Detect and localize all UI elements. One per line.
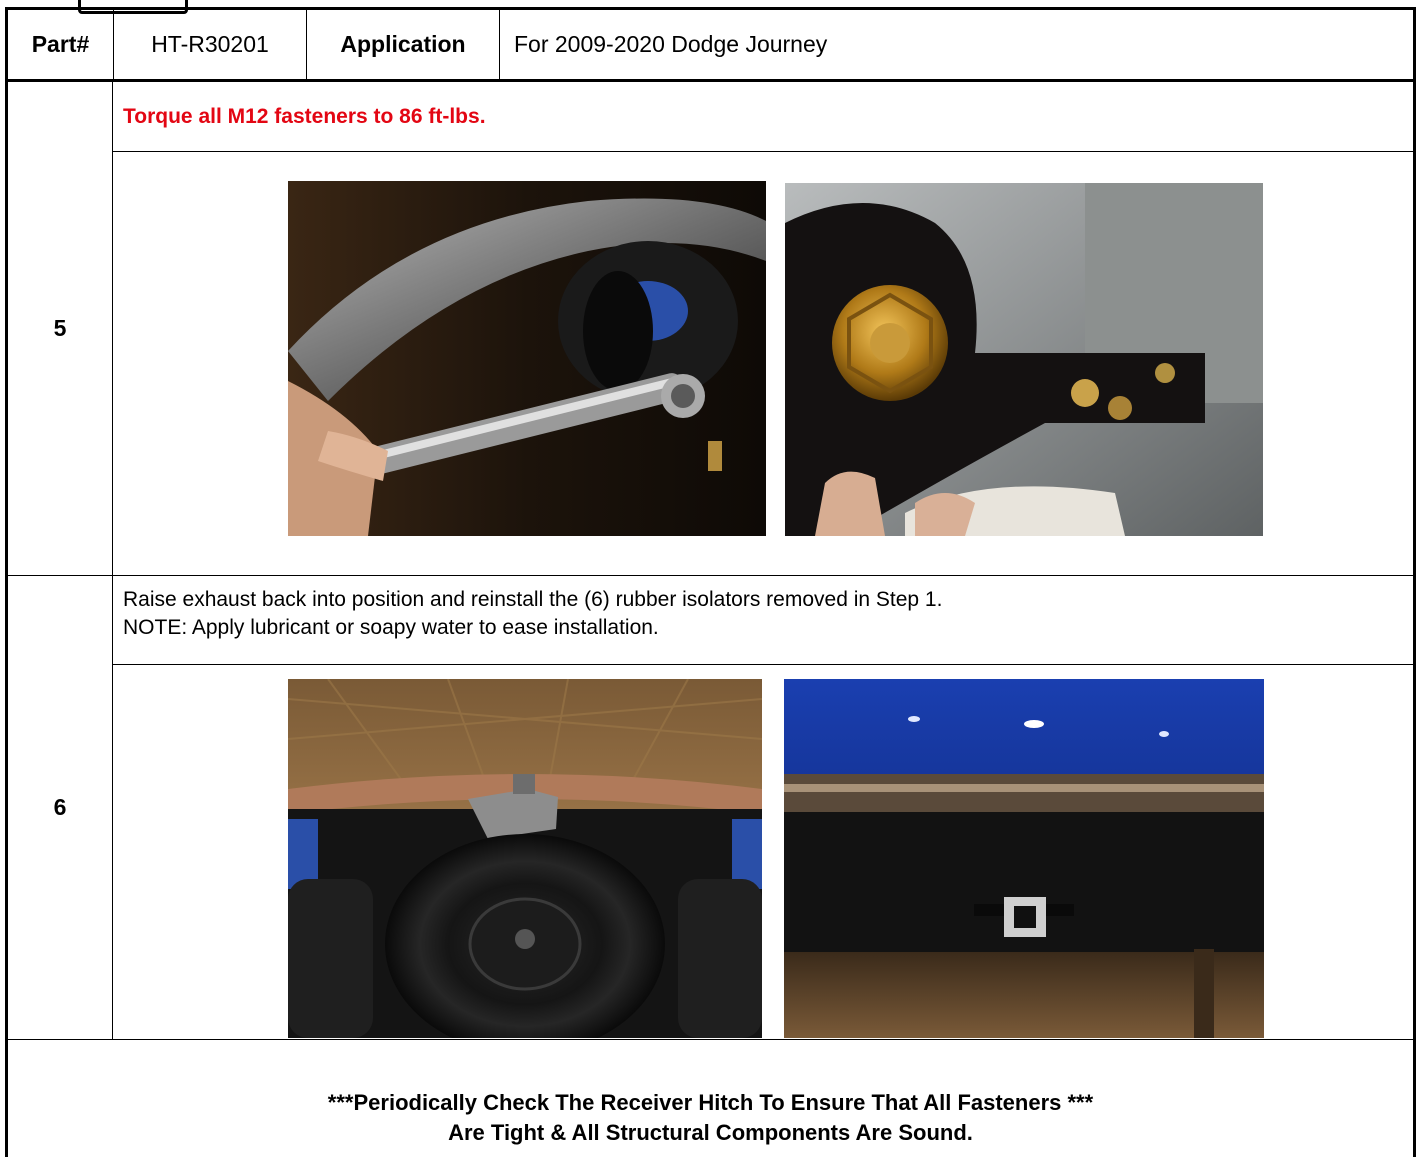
footer-warning: ***Periodically Check The Receiver Hitch… [8, 1078, 1413, 1158]
photo-installed-hitch [784, 679, 1264, 1038]
instruction-sheet: Part# HT-R30201 Application For 2009-202… [5, 7, 1416, 1157]
step-photos [113, 665, 1413, 1039]
step-row-6: 6 Raise exhaust back into position and r… [8, 576, 1413, 1040]
step-photos [113, 152, 1413, 575]
step-row-5: 5 Torque all M12 fasteners to 86 ft-lbs. [8, 82, 1413, 576]
instruction-line: Raise exhaust back into position and rei… [123, 588, 943, 611]
step-instruction: Raise exhaust back into position and rei… [113, 576, 1413, 665]
step-number: 6 [8, 576, 113, 1039]
step-instruction: Torque all M12 fasteners to 86 ft-lbs. [113, 82, 1413, 152]
part-number: HT-R30201 [114, 10, 307, 79]
application-value: For 2009-2020 Dodge Journey [514, 31, 828, 57]
note-line: NOTE: Apply lubricant or soapy water to … [123, 616, 659, 639]
photo-spare-tire-bracket [288, 679, 762, 1038]
application-label: Application [307, 10, 500, 79]
footer-line: ***Periodically Check The Receiver Hitch… [327, 1090, 1094, 1115]
footer-line: Are Tight & All Structural Components Ar… [448, 1120, 973, 1145]
photo-bracket-bolt [785, 183, 1263, 536]
photo-torque-wrench [288, 181, 766, 536]
part-label: Part# [8, 10, 114, 79]
step-number: 5 [8, 82, 113, 575]
header-row: Part# HT-R30201 Application For 2009-202… [8, 10, 1413, 82]
